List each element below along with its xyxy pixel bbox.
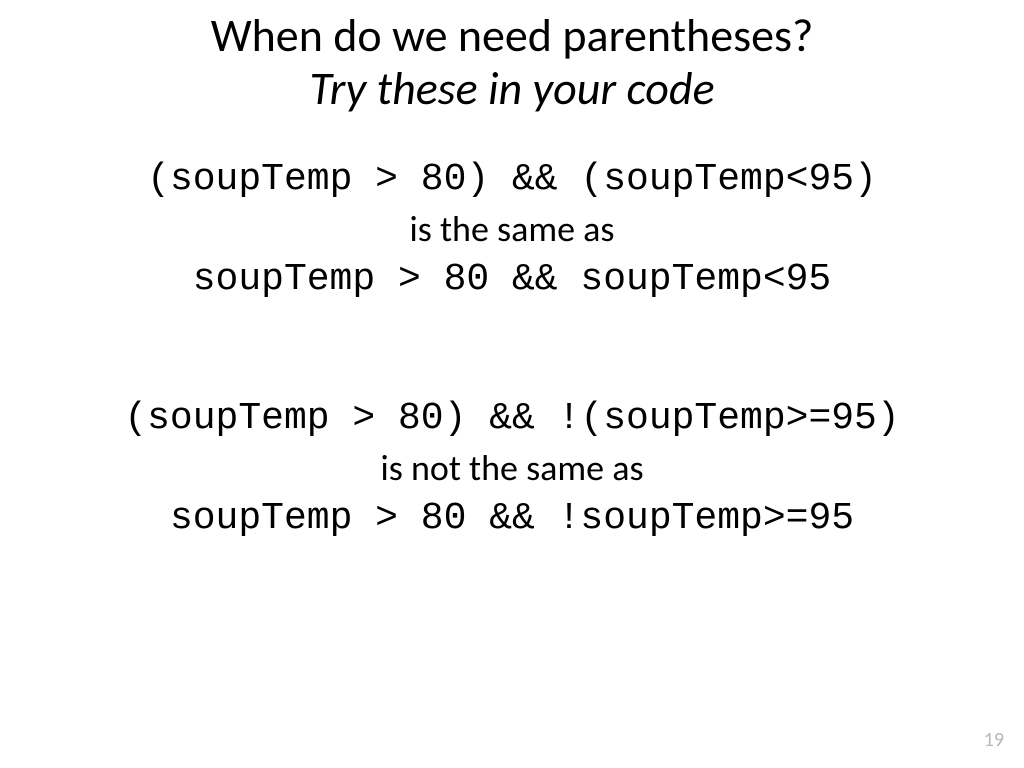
example1-code-with-parens: (soupTemp > 80) && (soupTemp<95) bbox=[0, 154, 1024, 205]
title-block: When do we need parentheses? Try these i… bbox=[0, 0, 1024, 116]
slide-subtitle: Try these in your code bbox=[0, 63, 1024, 116]
slide-body: (soupTemp > 80) && (soupTemp<95) is the … bbox=[0, 116, 1024, 544]
example2-relation: is not the same as bbox=[0, 444, 1024, 493]
page-number: 19 bbox=[984, 728, 1004, 752]
example2-code-without-parens: soupTemp > 80 && !soupTemp>=95 bbox=[0, 493, 1024, 544]
example1-code-without-parens: soupTemp > 80 && soupTemp<95 bbox=[0, 254, 1024, 305]
slide: When do we need parentheses? Try these i… bbox=[0, 0, 1024, 768]
spacer bbox=[0, 305, 1024, 393]
example2-code-with-parens: (soupTemp > 80) && !(soupTemp>=95) bbox=[0, 393, 1024, 444]
example1-relation: is the same as bbox=[0, 205, 1024, 254]
slide-title: When do we need parentheses? bbox=[0, 10, 1024, 63]
